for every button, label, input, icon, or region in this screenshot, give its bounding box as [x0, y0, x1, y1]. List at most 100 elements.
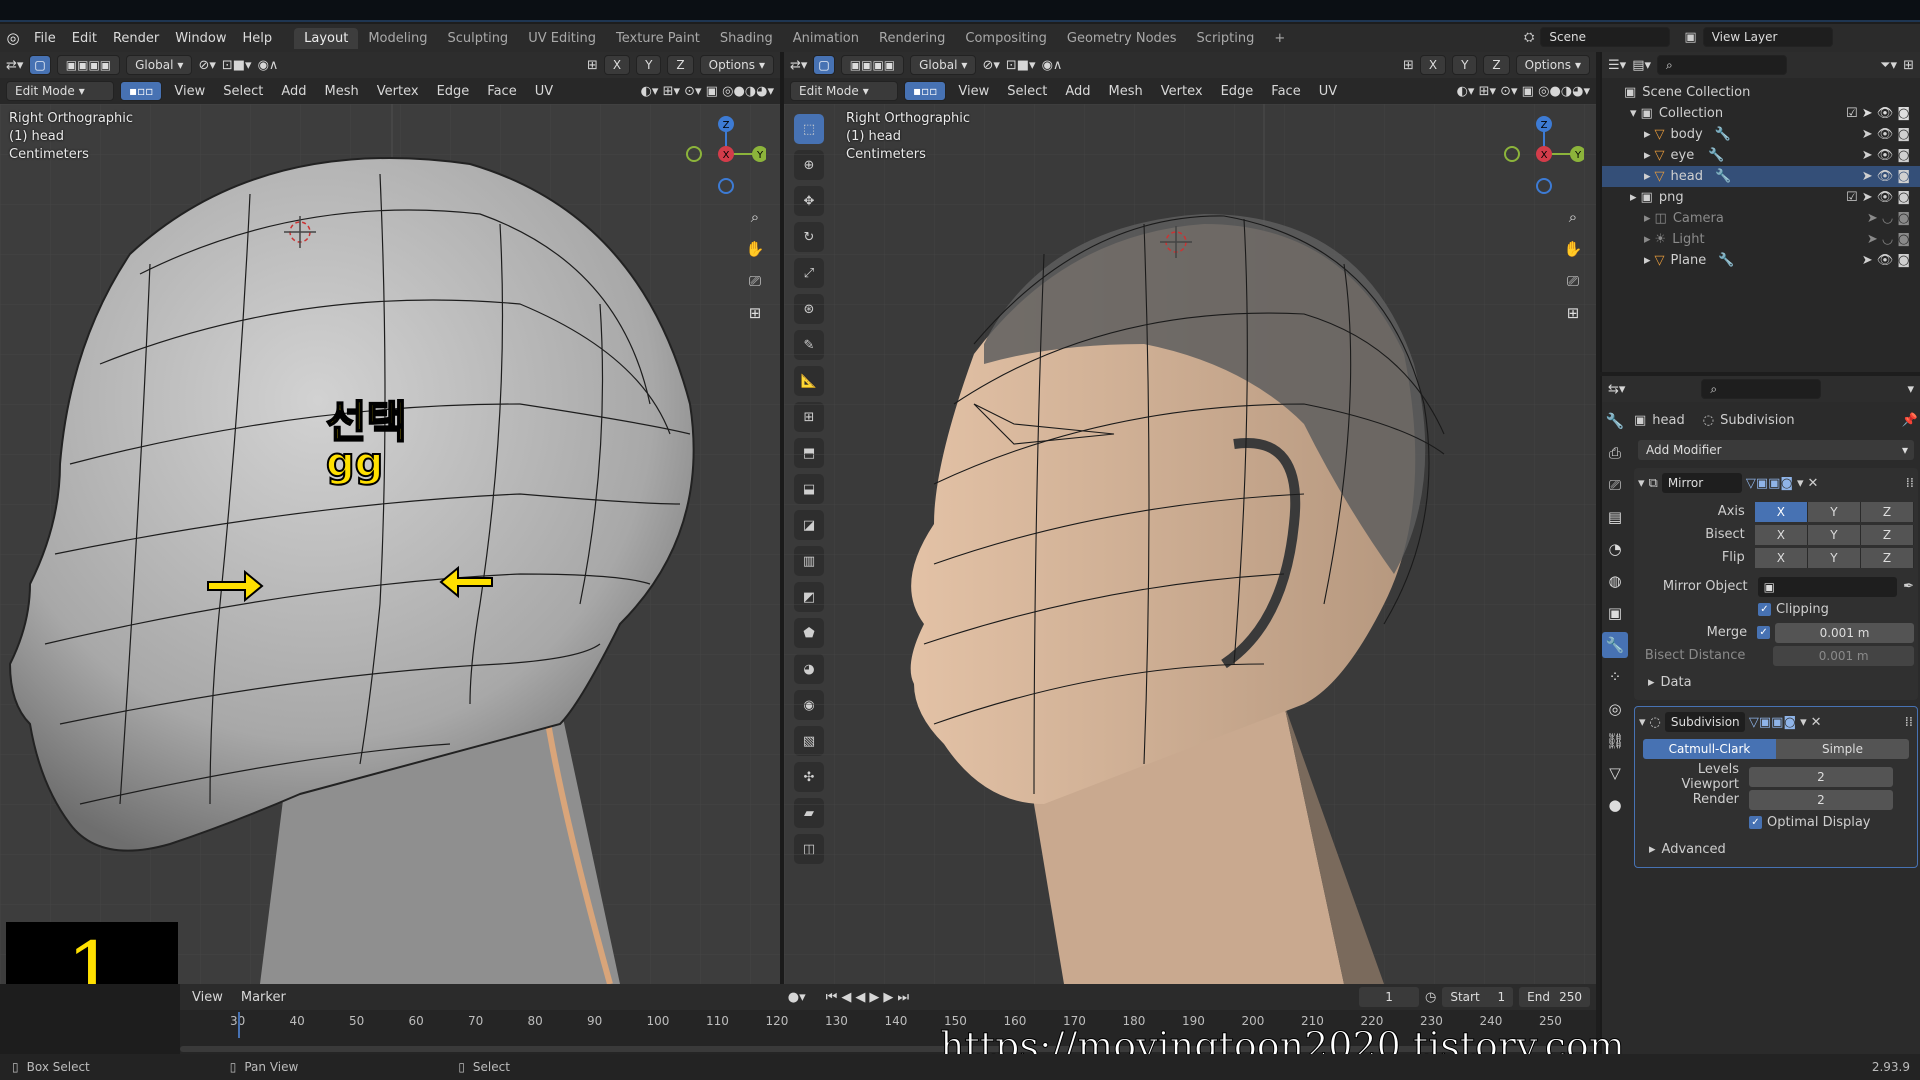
chevron-right-icon[interactable]: ▸: [1644, 127, 1651, 142]
ortho-grid-icon[interactable]: ⊞: [742, 300, 768, 326]
chevron-down-icon[interactable]: ▾: [1800, 715, 1807, 730]
tab-texture-paint[interactable]: Texture Paint: [606, 28, 710, 49]
snap-icon[interactable]: ⊡■▾: [1006, 58, 1036, 73]
shading-icons[interactable]: ◐▾ ⊞▾ ⊙▾ ▣ ◎●◑◕▾: [641, 84, 774, 99]
catmull-clark-button[interactable]: Catmull-Clark: [1643, 739, 1776, 759]
render-tab-icon[interactable]: ⎙: [1602, 440, 1628, 466]
left-3d-viewport[interactable]: Right Orthographic (1) head Centimeters …: [0, 104, 780, 984]
tab-geometry-nodes[interactable]: Geometry Nodes: [1057, 28, 1187, 49]
axis-y-toggle[interactable]: Y: [1452, 55, 1478, 75]
menu-window[interactable]: Window: [167, 31, 234, 46]
tab-animation[interactable]: Animation: [783, 28, 869, 49]
menu-add[interactable]: Add: [1059, 84, 1096, 99]
chevron-right-icon[interactable]: ▸: [1644, 232, 1651, 247]
eyedropper-icon[interactable]: ✒: [1903, 579, 1914, 594]
ortho-grid-icon[interactable]: ⊞: [1560, 300, 1586, 326]
axis-z-toggle[interactable]: Z: [667, 55, 694, 75]
menu-edge[interactable]: Edge: [1215, 84, 1260, 99]
outliner-row-scene-collection[interactable]: ▣ Scene Collection: [1602, 82, 1920, 103]
drag-handle-icon[interactable]: ⁞⁞: [1905, 715, 1913, 730]
data-subpanel[interactable]: ▸ Data: [1638, 671, 1914, 694]
clipping-checkbox[interactable]: ✓: [1758, 603, 1771, 616]
current-frame-field[interactable]: 1: [1359, 987, 1420, 1007]
merge-checkbox[interactable]: ✓: [1757, 626, 1771, 639]
options-dropdown[interactable]: Options ▾: [1515, 55, 1590, 75]
menu-face[interactable]: Face: [481, 84, 522, 99]
tab-uv-editing[interactable]: UV Editing: [518, 28, 606, 49]
close-icon[interactable]: ✕: [1811, 715, 1822, 730]
subdivision-name-field[interactable]: Subdivision: [1664, 712, 1745, 732]
outliner-row-plane[interactable]: ▸ ▽ Plane 🔧 ➤ 👁 ◙: [1602, 250, 1920, 271]
object-tab-icon[interactable]: ▣: [1602, 600, 1628, 626]
levels-viewport-field[interactable]: 2: [1749, 766, 1893, 787]
flip-z-toggle[interactable]: Z: [1860, 547, 1915, 568]
transform-orientation[interactable]: Global ▾: [910, 55, 977, 75]
menu-file[interactable]: File: [26, 31, 64, 46]
blender-logo-icon[interactable]: ◎: [0, 29, 26, 47]
editor-type-icon[interactable]: ⇄▾: [790, 58, 807, 73]
properties-search[interactable]: ⌕: [1701, 379, 1822, 399]
data-tab-icon[interactable]: ▽: [1602, 760, 1628, 786]
merge-distance-field[interactable]: 0.001 m: [1775, 622, 1914, 643]
menu-vertex[interactable]: Vertex: [1155, 84, 1209, 99]
shading-icons[interactable]: ◐▾ ⊞▾ ⊙▾ ▣ ◎●◑◕▾: [1457, 84, 1590, 99]
chevron-right-icon[interactable]: ▸: [1649, 842, 1656, 857]
end-frame-field[interactable]: End 250: [1519, 987, 1590, 1007]
camera-view-icon[interactable]: ⎚: [742, 268, 768, 294]
row-visibility-icons[interactable]: ☑ ➤ 👁 ◙: [1846, 190, 1910, 205]
zoom-icon[interactable]: ⌕: [1560, 204, 1586, 230]
menu-mesh[interactable]: Mesh: [319, 84, 365, 99]
constraints-tab-icon[interactable]: ⛓: [1602, 728, 1628, 754]
chevron-down-icon[interactable]: ▾: [1638, 476, 1645, 491]
scene-selector[interactable]: Scene: [1540, 27, 1671, 47]
physics-tab-icon[interactable]: ◎: [1602, 696, 1628, 722]
new-collection-icon[interactable]: ⊞: [1903, 58, 1914, 73]
tab-layout[interactable]: Layout: [294, 27, 359, 49]
menu-view[interactable]: View: [186, 990, 229, 1005]
material-tab-icon[interactable]: ●: [1602, 792, 1628, 818]
chevron-right-icon[interactable]: ▸: [1630, 190, 1637, 205]
menu-marker[interactable]: Marker: [235, 990, 292, 1005]
tab-shading[interactable]: Shading: [710, 28, 783, 49]
navigation-gizmo[interactable]: Z Y X: [686, 114, 768, 194]
outliner-row-body[interactable]: ▸ ▽ body 🔧 ➤ 👁 ◙: [1602, 124, 1920, 145]
outliner-row-camera[interactable]: ▸ ◫ Camera ➤ ◡ ◙: [1602, 208, 1920, 229]
camera-view-icon[interactable]: ⎚: [1560, 268, 1586, 294]
navigation-gizmo[interactable]: Z Y X: [1504, 114, 1586, 194]
row-visibility-icons[interactable]: ➤ 👁 ◙: [1862, 127, 1910, 142]
tab-scripting[interactable]: Scripting: [1187, 28, 1265, 49]
outliner-search[interactable]: ⌕: [1657, 55, 1787, 75]
menu-help[interactable]: Help: [235, 31, 281, 46]
playhead[interactable]: [238, 1012, 240, 1038]
select-box-icon[interactable]: ▢: [813, 55, 835, 75]
proportional-icon[interactable]: ◉∧: [258, 58, 279, 73]
outliner-row-eye[interactable]: ▸ ▽ eye 🔧 ➤ 👁 ◙: [1602, 145, 1920, 166]
pivot-icon[interactable]: ⊘▾: [982, 58, 999, 73]
pan-hand-icon[interactable]: ✋: [1560, 236, 1586, 262]
chevron-down-icon[interactable]: ▾: [1639, 715, 1646, 730]
drag-handle-icon[interactable]: ⁞⁞: [1906, 476, 1914, 491]
options-dropdown[interactable]: Options ▾: [699, 55, 774, 75]
tab-compositing[interactable]: Compositing: [955, 28, 1057, 49]
proportional-icon[interactable]: ◉∧: [1042, 58, 1063, 73]
menu-face[interactable]: Face: [1265, 84, 1306, 99]
vertex-select-icon[interactable]: ▪▫▫: [904, 81, 947, 101]
collection-visibility-icons[interactable]: ☑ ➤ 👁 ◙: [1846, 106, 1910, 121]
menu-render[interactable]: Render: [105, 31, 167, 46]
zoom-icon[interactable]: ⌕: [742, 204, 768, 230]
menu-edge[interactable]: Edge: [431, 84, 476, 99]
axis-y-toggle[interactable]: Y: [1807, 501, 1861, 522]
row-visibility-icons[interactable]: ➤ ◡ ◙: [1867, 211, 1910, 226]
chevron-right-icon[interactable]: ▸: [1644, 253, 1651, 268]
tab-modeling[interactable]: Modeling: [358, 28, 437, 49]
pin-icon[interactable]: 📌: [1902, 413, 1918, 428]
menu-view[interactable]: View: [952, 84, 995, 99]
tab-sculpting[interactable]: Sculpting: [437, 28, 518, 49]
optimal-display-checkbox[interactable]: ✓: [1749, 816, 1762, 829]
world-tab-icon[interactable]: ◍: [1602, 568, 1628, 594]
chevron-down-icon[interactable]: ▾: [1797, 476, 1804, 491]
add-modifier-button[interactable]: Add Modifier ▾: [1638, 440, 1914, 460]
menu-select[interactable]: Select: [217, 84, 269, 99]
particles-tab-icon[interactable]: ⁘: [1602, 664, 1628, 690]
mirror-object-field[interactable]: ▣: [1757, 576, 1898, 597]
